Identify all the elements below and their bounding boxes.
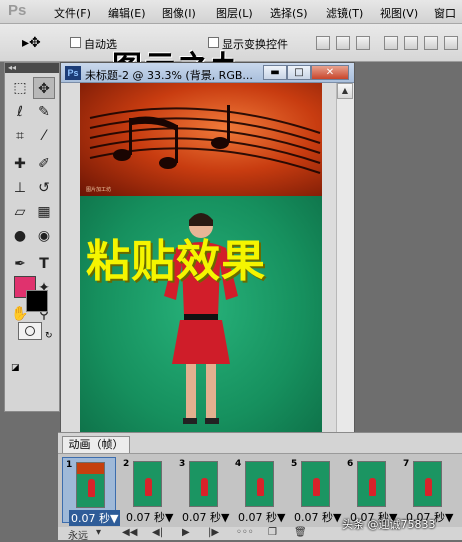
- maximize-button[interactable]: □: [287, 65, 311, 80]
- document-window: Ps 未标题-2 @ 33.3% (背景, RGB... ▬ □ ✕ 图片加工坊…: [60, 62, 355, 443]
- menu-edit[interactable]: 编辑(E): [108, 5, 146, 21]
- quick-mask-icon: [25, 326, 35, 336]
- align-bottom-icon[interactable]: [356, 36, 370, 50]
- menu-window[interactable]: 窗口: [434, 5, 456, 21]
- auto-select-checkbox[interactable]: [70, 37, 81, 48]
- frame-delay[interactable]: 0.07 秒▼: [69, 510, 121, 526]
- ps-badge-icon: Ps: [65, 66, 81, 80]
- tools-panel: ◂◂ ⬚ ✥ ℓ ✎ ⌗ ⁄ ✚ ✐ ⊥ ↺ ▱ ▦ ● ◉ ✒ T ➤ ✦ ✋…: [4, 62, 60, 412]
- frame-3[interactable]: 3 0.07 秒▼: [176, 457, 230, 525]
- options-bar: ▸✥ 自动选 显示变换控件 图示之九: [0, 24, 462, 85]
- healing-icon[interactable]: ✚: [9, 153, 31, 175]
- brush-icon[interactable]: ✐: [33, 153, 55, 175]
- frame-delay[interactable]: 0.07 秒▼: [238, 509, 285, 525]
- vertical-scrollbar[interactable]: ▲: [336, 83, 354, 443]
- frame-7[interactable]: 7 0.07 秒▼: [400, 457, 454, 524]
- pen-icon[interactable]: ✒: [9, 253, 31, 275]
- quick-select-icon[interactable]: ✎: [33, 101, 55, 123]
- tools-panel-header[interactable]: ◂◂: [5, 63, 59, 73]
- frame-number: 3: [179, 459, 186, 469]
- close-button[interactable]: ✕: [311, 65, 349, 80]
- loop-dropdown-icon[interactable]: ▾: [96, 527, 101, 538]
- frame-thumbnail: [413, 461, 442, 507]
- frame-number: 6: [347, 459, 354, 469]
- frame-thumbnail: [245, 461, 274, 507]
- type-icon[interactable]: T: [33, 253, 55, 275]
- default-colors-icon[interactable]: ◪: [11, 363, 20, 373]
- frame-thumbnail: [76, 462, 105, 508]
- tween-icon[interactable]: ◦◦◦: [236, 527, 254, 538]
- eyedropper-icon[interactable]: ⁄: [33, 125, 55, 147]
- play-icon[interactable]: ▶: [182, 527, 190, 538]
- blur-icon[interactable]: ●: [9, 225, 31, 247]
- marquee-icon[interactable]: ⬚: [9, 77, 31, 99]
- gradient-icon[interactable]: ▦: [33, 201, 55, 223]
- distribute-bottom-icon[interactable]: [424, 36, 438, 50]
- stamp-icon[interactable]: ⊥: [9, 177, 31, 199]
- frame-number: 7: [403, 459, 410, 469]
- quick-mask-button[interactable]: [18, 322, 42, 340]
- watermark: 头条 @迎诚75833: [342, 518, 436, 531]
- frame-6[interactable]: 6 0.07 秒▼: [344, 457, 398, 524]
- move-tool-preset-icon[interactable]: ▸✥: [22, 35, 41, 51]
- frame-1[interactable]: 1 0.07 秒▼: [62, 457, 121, 526]
- document-titlebar[interactable]: Ps 未标题-2 @ 33.3% (背景, RGB... ▬ □ ✕: [61, 63, 354, 83]
- canvas[interactable]: 图片加工坊 粘贴效果: [80, 83, 322, 443]
- frame-delay[interactable]: 0.07 秒▼: [126, 509, 173, 525]
- frame-number: 2: [123, 459, 130, 469]
- distribute-top-icon[interactable]: [384, 36, 398, 50]
- swap-colors-icon[interactable]: ↻: [45, 331, 53, 341]
- menu-filter[interactable]: 滤镜(T): [326, 5, 363, 21]
- frame-delay[interactable]: 0.07 秒▼: [294, 509, 341, 525]
- minimize-button[interactable]: ▬: [263, 65, 287, 80]
- duplicate-frame-icon[interactable]: ❐: [268, 527, 277, 538]
- menu-view[interactable]: 视图(V): [380, 5, 418, 21]
- frame-number: 5: [291, 459, 298, 469]
- distribute-vcenter-icon[interactable]: [404, 36, 418, 50]
- eraser-icon[interactable]: ▱: [9, 201, 31, 223]
- tab-animation[interactable]: 动画（帧）: [62, 436, 130, 453]
- move-icon[interactable]: ✥: [33, 77, 55, 99]
- align-vcenter-icon[interactable]: [336, 36, 350, 50]
- lasso-icon[interactable]: ℓ: [9, 101, 31, 123]
- frame-thumbnail: [189, 461, 218, 507]
- delete-frame-icon[interactable]: 🗑: [294, 527, 307, 538]
- frame-number: 4: [235, 459, 242, 469]
- frame-thumbnail: [301, 461, 330, 507]
- paste-effect-text: 粘贴效果: [86, 236, 266, 287]
- frame-5[interactable]: 5 0.07 秒▼: [288, 457, 342, 525]
- menu-select[interactable]: 选择(S): [270, 5, 308, 21]
- crop-icon[interactable]: ⌗: [9, 125, 31, 147]
- distribute-left-icon[interactable]: [444, 36, 458, 50]
- history-brush-icon[interactable]: ↺: [33, 177, 55, 199]
- image-caption: 图片加工坊: [86, 187, 112, 193]
- dodge-icon[interactable]: ◉: [33, 225, 55, 247]
- prev-frame-icon[interactable]: ◀|: [152, 527, 163, 538]
- frame-thumbnail: [357, 461, 386, 507]
- scroll-up-icon[interactable]: ▲: [337, 83, 353, 99]
- next-frame-icon[interactable]: |▶: [208, 527, 219, 538]
- frame-4[interactable]: 4 0.07 秒▼: [232, 457, 286, 525]
- music-staff-graphic: [89, 105, 321, 174]
- frame-thumbnail: [133, 461, 162, 507]
- app-logo: Ps: [8, 2, 27, 19]
- menu-image[interactable]: 图像(I): [162, 5, 196, 21]
- frame-delay[interactable]: 0.07 秒▼: [182, 509, 229, 525]
- menu-file[interactable]: 文件(F): [54, 5, 91, 21]
- music-notes-image: 图片加工坊: [80, 83, 322, 196]
- frame-number: 1: [66, 460, 73, 470]
- first-frame-icon[interactable]: ◀◀: [122, 527, 137, 538]
- document-title: 未标题-2 @ 33.3% (背景, RGB...: [85, 69, 253, 82]
- menu-bar: Ps 文件(F) 编辑(E) 图像(I) 图层(L) 选择(S) 滤镜(T) 视…: [0, 0, 462, 24]
- menu-layer[interactable]: 图层(L): [216, 5, 253, 21]
- background-color-swatch[interactable]: [26, 290, 48, 312]
- align-top-icon[interactable]: [316, 36, 330, 50]
- frame-2[interactable]: 2 0.07 秒▼: [120, 457, 174, 525]
